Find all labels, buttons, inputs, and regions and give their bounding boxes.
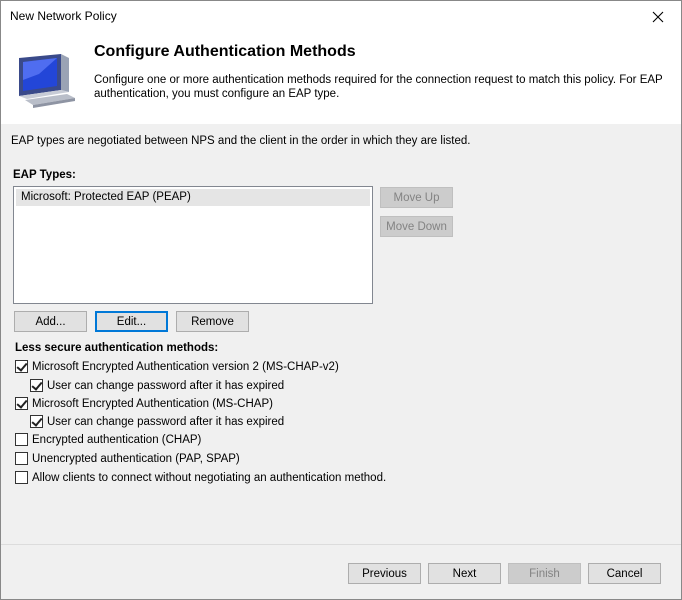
pap-checkbox-row[interactable]: Unencrypted authentication (PAP, SPAP) <box>15 452 240 465</box>
mschapv2-change-password-label: User can change password after it has ex… <box>47 379 285 392</box>
move-up-button[interactable]: Move Up <box>380 187 453 208</box>
next-button[interactable]: Next <box>428 563 501 584</box>
chap-checkbox-row[interactable]: Encrypted authentication (CHAP) <box>15 433 201 446</box>
move-down-button[interactable]: Move Down <box>380 216 453 237</box>
footer-divider <box>1 544 681 545</box>
mschapv2-change-password-row[interactable]: User can change password after it has ex… <box>30 379 284 392</box>
remove-button[interactable]: Remove <box>176 311 249 332</box>
chap-label: Encrypted authentication (CHAP) <box>32 433 202 446</box>
pap-label: Unencrypted authentication (PAP, SPAP) <box>32 452 240 465</box>
close-icon <box>652 11 664 22</box>
cancel-button[interactable]: Cancel <box>588 563 661 584</box>
mschap-change-password-label: User can change password after it has ex… <box>47 415 285 428</box>
no-auth-label: Allow clients to connect without negotia… <box>32 471 387 484</box>
window-title: New Network Policy <box>10 9 117 23</box>
no-auth-checkbox[interactable] <box>15 471 28 484</box>
pap-checkbox[interactable] <box>15 452 28 465</box>
eap-types-label: EAP Types: <box>13 169 76 181</box>
mschap-change-password-row[interactable]: User can change password after it has ex… <box>30 415 284 428</box>
mschapv2-label: Microsoft Encrypted Authentication versi… <box>32 360 339 373</box>
mschap-checkbox[interactable] <box>15 397 28 410</box>
mschap-change-password-checkbox[interactable] <box>30 415 43 428</box>
page-title: Configure Authentication Methods <box>94 43 356 60</box>
add-button[interactable]: Add... <box>14 311 87 332</box>
edit-button[interactable]: Edit... <box>95 311 168 332</box>
mschapv2-checkbox[interactable] <box>15 360 28 373</box>
wizard-header: Configure Authentication Methods Configu… <box>1 32 681 124</box>
mschapv2-change-password-checkbox[interactable] <box>30 379 43 392</box>
mschap-label: Microsoft Encrypted Authentication (MS-C… <box>32 397 273 410</box>
intro-text: EAP types are negotiated between NPS and… <box>11 135 471 147</box>
eap-types-listbox[interactable]: Microsoft: Protected EAP (PEAP) <box>13 186 373 304</box>
chap-checkbox[interactable] <box>15 433 28 446</box>
mschap-checkbox-row[interactable]: Microsoft Encrypted Authentication (MS-C… <box>15 397 273 410</box>
list-item[interactable]: Microsoft: Protected EAP (PEAP) <box>16 189 370 206</box>
mschapv2-checkbox-row[interactable]: Microsoft Encrypted Authentication versi… <box>15 360 339 373</box>
title-bar: New Network Policy <box>1 1 681 32</box>
dialog-window: New Network Policy Configure Authenticat… <box>0 0 682 600</box>
previous-button[interactable]: Previous <box>348 563 421 584</box>
less-secure-label: Less secure authentication methods: <box>15 342 219 354</box>
close-button[interactable] <box>635 1 681 32</box>
network-computer-icon <box>19 54 75 108</box>
page-description: Configure one or more authentication met… <box>94 74 663 100</box>
no-auth-checkbox-row[interactable]: Allow clients to connect without negotia… <box>15 471 386 484</box>
finish-button[interactable]: Finish <box>508 563 581 584</box>
